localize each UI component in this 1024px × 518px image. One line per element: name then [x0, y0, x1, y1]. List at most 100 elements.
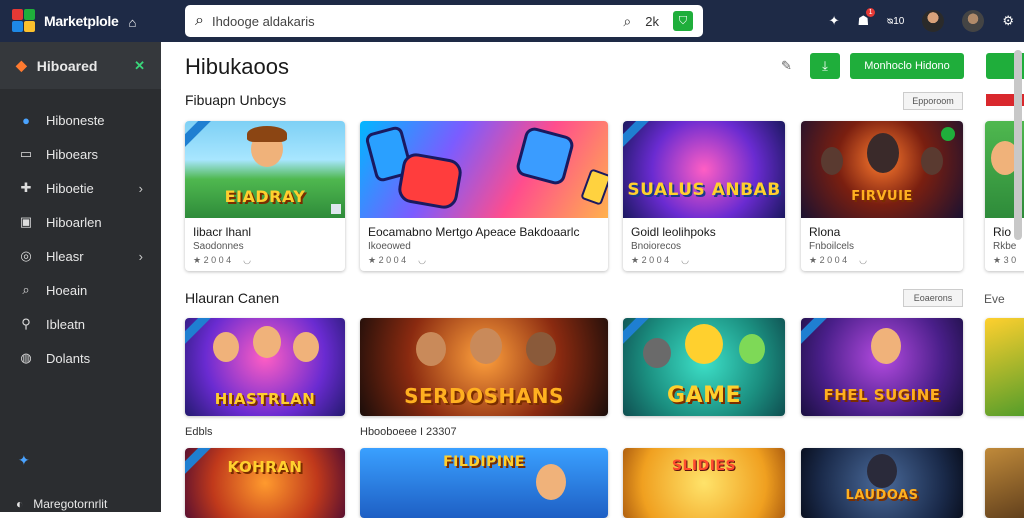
sidebar-item-0[interactable]: ● Hiboneste: [0, 103, 161, 137]
character: [536, 464, 566, 500]
gear-icon[interactable]: ⚙: [1002, 13, 1014, 29]
badge-icon: [941, 127, 955, 141]
character: [470, 328, 502, 364]
sidebar-item-4[interactable]: ◎ Hleasr ›: [0, 239, 161, 273]
sidebar-item-label: Hiboears: [46, 146, 99, 162]
game-thumbnail: GAME: [623, 318, 785, 416]
character: [416, 332, 446, 366]
card-shape: [580, 168, 608, 206]
thumbnail-title: FHEL SUGINE: [823, 386, 941, 404]
avatar[interactable]: [922, 10, 945, 32]
sidebar-item-5[interactable]: ⌕ Hoeain: [0, 273, 161, 307]
character: [643, 338, 671, 368]
game-card[interactable]: [985, 448, 1024, 518]
game-card[interactable]: Eocamabno Mertgo Apeace Bakdoaarlc Ikoeo…: [360, 121, 608, 271]
card-body: Iibacr lhanl Saodonnes ★ 2 0 0 4 ◡: [185, 218, 345, 266]
search-submit-icon[interactable]: ⌕: [623, 13, 631, 30]
game-card[interactable]: HIASTRLAN: [185, 318, 345, 416]
sidebar-header[interactable]: ◆ Hiboared ✕: [0, 42, 161, 89]
scrollbar-thumb[interactable]: [1014, 50, 1022, 240]
thumbnail-title: EIADRAY: [224, 187, 306, 206]
sidebar-header-label: Hiboared: [36, 57, 98, 74]
game-thumbnail: SUALUS ANBAB: [623, 121, 785, 218]
collapse-icon[interactable]: ✕: [134, 58, 145, 74]
sidebar-item-label: Hoeain: [46, 282, 88, 298]
star-icon[interactable]: ✦: [18, 452, 30, 469]
pin-icon: ⚲: [21, 316, 31, 331]
see-more-link[interactable]: Eve: [984, 292, 1005, 306]
sidebar-item-label: Hiboarlen: [46, 214, 102, 230]
game-card[interactable]: SERDOSHANS: [360, 318, 608, 416]
mini-label[interactable]: ᴓ10: [887, 16, 904, 27]
game-card[interactable]: SLIDIES: [623, 448, 785, 518]
character: [253, 326, 281, 358]
sidebar-item-2[interactable]: ✚ Hiboetie ›: [0, 171, 161, 205]
game-card[interactable]: KOHRAN: [185, 448, 345, 518]
sidebar-list: ● Hiboneste ▭ Hiboears ✚ Hiboetie › ▣ Hiboarl…: [0, 103, 161, 375]
sidebar-item-3[interactable]: ▣ Hiboarlen: [0, 205, 161, 239]
game-card[interactable]: LAUDOAS: [801, 448, 963, 518]
search-zoom-label[interactable]: 2k: [645, 14, 659, 29]
section-view-all-button[interactable]: Eoaerons: [903, 289, 963, 307]
pin-icon[interactable]: ✎: [781, 58, 792, 74]
card-subtitle: Rkbe: [993, 241, 1017, 252]
character: [213, 332, 239, 362]
card-meta: ★ 3 0: [993, 255, 1017, 265]
thumbnail-title: FILDIPINE: [443, 454, 525, 470]
sidebar-item-label: Hleasr: [46, 248, 84, 264]
game-thumbnail: FIRVUIE: [801, 121, 963, 218]
corner-mark: [331, 204, 341, 214]
game-card[interactable]: SUALUS ANBAB Goidl leolihpoks Bnoiorecos…: [623, 121, 785, 271]
game-card[interactable]: EIADRAY Iibacr lhanl Saodonnes ★ 2 0 0 4…: [185, 121, 345, 271]
character-hair: [247, 126, 287, 142]
add-button[interactable]: ⤓: [810, 53, 840, 79]
monitor-icon: ▭: [19, 146, 33, 161]
card-rating: ★ 2 0 0 4: [631, 255, 670, 265]
game-card[interactable]: FHEL SUGINE: [801, 318, 963, 416]
game-card[interactable]: [985, 318, 1024, 416]
card-body: Goidl leolihpoks Bnoiorecos ★ 2 0 0 4 ◡: [623, 218, 785, 266]
sidebar-item-label: Dolants: [46, 350, 91, 366]
sidebar-item-1[interactable]: ▭ Hiboears: [0, 137, 161, 171]
primary-button[interactable]: Monhoclo Hidono: [850, 53, 964, 79]
refresh-icon: ◡: [418, 255, 426, 265]
refresh-icon: ◡: [859, 255, 867, 265]
thumbnail-title: SERDOSHANS: [404, 384, 564, 408]
game-thumbnail: FILDIPINE: [360, 448, 608, 518]
multicolor-cube-icon: [12, 9, 36, 33]
game-card[interactable]: FILDIPINE: [360, 448, 608, 518]
card-title: Iibacr lhanl: [193, 225, 252, 239]
character: [871, 328, 901, 364]
brand[interactable]: Marketplole ⌂: [0, 9, 170, 33]
shield-icon[interactable]: ⛉: [673, 11, 693, 31]
sidebar-item-7[interactable]: ◍ Dolants: [0, 341, 161, 375]
bell-icon[interactable]: ☗ 1: [857, 8, 876, 29]
notification-badge: 1: [866, 8, 876, 17]
controller-shape: [396, 151, 464, 211]
search-bar: ⌕ ⌕ 2k ⛉: [185, 5, 703, 37]
card-title: Goidl leolihpoks: [631, 225, 716, 239]
search-icon: ⌕: [22, 282, 30, 297]
sidebar-item-label: Hiboneste: [46, 112, 105, 128]
chat-icon: ◍: [20, 350, 32, 365]
page-title: Hibukaoos: [185, 54, 289, 79]
card-subtitle: Ikoeowed: [368, 241, 411, 252]
card-subtitle: Fnboilcels: [809, 241, 855, 252]
pin-icon[interactable]: ✦: [829, 13, 840, 29]
main-content: Hibukaoos ✎ ⤓ Monhoclo Hidono Fibuapn Un…: [161, 42, 1024, 518]
card-meta: ★ 2 0 0 4 ◡: [193, 255, 337, 266]
section-view-all-button[interactable]: Epporoom: [903, 92, 963, 110]
refresh-icon: ◡: [243, 255, 251, 265]
search-input[interactable]: [211, 13, 612, 29]
sidebar-item-6[interactable]: ⚲ Ibleatn: [0, 307, 161, 341]
sidebar-footer[interactable]: ◐ Maregotornrlit: [16, 497, 107, 511]
game-card[interactable]: FIRVUIE Rlona Fnboilcels ★ 2 0 0 4 ◡: [801, 121, 963, 271]
home-icon[interactable]: ⌂: [129, 15, 143, 30]
secondary-avatar[interactable]: [962, 10, 985, 32]
game-card[interactable]: GAME: [623, 318, 785, 416]
game-thumbnail: [985, 318, 1024, 416]
card-icon: ▣: [19, 214, 33, 229]
row-label: Hbooboeee I 23307: [360, 426, 457, 438]
character: [867, 454, 897, 488]
game-thumbnail: KOHRAN: [185, 448, 345, 518]
